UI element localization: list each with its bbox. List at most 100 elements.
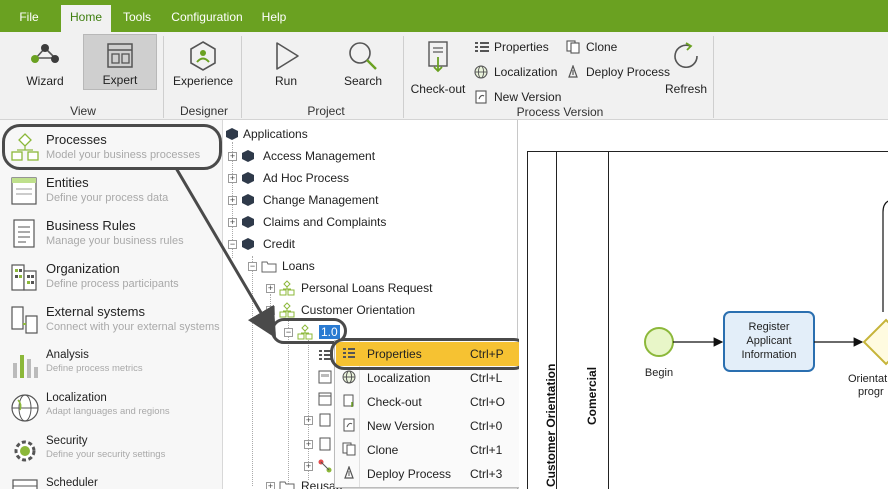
tree-collapse[interactable]: − xyxy=(266,306,275,315)
localization-ribbon-button[interactable]: Localization xyxy=(474,63,557,81)
expert-button[interactable]: Expert xyxy=(83,34,157,90)
tree-expand[interactable]: + xyxy=(228,174,237,183)
tree-expand[interactable]: + xyxy=(228,196,237,205)
globe-icon xyxy=(342,370,356,384)
exclusive-gateway[interactable] xyxy=(862,318,888,366)
tab-configuration[interactable]: Configuration xyxy=(164,5,250,32)
refresh-icon xyxy=(674,42,698,68)
clone-ribbon-label: Clone xyxy=(586,40,618,54)
tab-tools[interactable]: Tools xyxy=(116,5,158,32)
tree-expand[interactable]: + xyxy=(266,482,275,489)
tree-node-credit[interactable]: Credit xyxy=(241,235,295,253)
context-item-deploy-process[interactable]: Deploy Process Ctrl+3 xyxy=(336,462,522,486)
localization-globe-icon xyxy=(11,394,39,422)
nav-analysis[interactable]: Analysis Define process metrics xyxy=(0,347,223,381)
tree-expand[interactable]: + xyxy=(304,440,313,449)
gateway-label: Orientat progr xyxy=(848,373,887,399)
checkout-button[interactable]: Check-out xyxy=(408,34,468,96)
tree-collapse[interactable]: − xyxy=(228,240,237,249)
nav-business-rules[interactable]: Business Rules Manage your business rule… xyxy=(0,216,223,252)
tree-node-reusable[interactable]: Reusab xyxy=(279,477,342,489)
form-icon xyxy=(318,370,332,384)
expert-label: Expert xyxy=(102,73,138,87)
project-group-label: Project xyxy=(307,104,345,118)
tab-help[interactable]: Help xyxy=(255,5,293,32)
refresh-button[interactable]: Refresh xyxy=(662,34,710,96)
checkout-icon xyxy=(343,394,354,407)
tree-expand[interactable]: + xyxy=(228,152,237,161)
clone-ribbon-button[interactable]: Clone xyxy=(566,38,617,56)
tree-node-change-management[interactable]: Change Management xyxy=(241,191,378,209)
experience-button[interactable]: Experience xyxy=(172,34,234,90)
properties-ribbon-label: Properties xyxy=(494,40,549,54)
new-version-ribbon-button[interactable]: New Version xyxy=(474,88,561,106)
task-label-line2: Applicant xyxy=(746,335,792,347)
external-systems-icon xyxy=(11,306,38,334)
deploy-icon xyxy=(568,65,578,78)
ribbon: Wizard Expert View Experience Designer R… xyxy=(0,32,888,120)
context-item-checkout[interactable]: Check-out Ctrl+O xyxy=(336,390,522,414)
context-item-clone[interactable]: Clone Ctrl+1 xyxy=(336,438,522,462)
tab-file[interactable]: File xyxy=(10,5,48,32)
start-event[interactable] xyxy=(644,327,674,357)
process-version-group-label: Process Version xyxy=(516,105,604,119)
connector-icon xyxy=(318,459,332,473)
tree-node-claims-and-complaints[interactable]: Claims and Complaints xyxy=(241,213,386,231)
bizagi-studio-window: File Home Tools Configuration Help Wizar… xyxy=(0,0,888,489)
search-icon xyxy=(349,42,377,70)
deploy-ribbon-button[interactable]: Deploy Process xyxy=(566,63,670,81)
tree-guide xyxy=(252,256,253,486)
tree-expand[interactable]: + xyxy=(304,462,313,471)
document-icon xyxy=(319,437,331,451)
tree-node-ad-hoc-process[interactable]: Ad Hoc Process xyxy=(241,169,349,187)
nav-organization[interactable]: Organization Define process participants xyxy=(0,259,223,295)
expert-icon xyxy=(107,43,133,68)
context-label: Deploy Process xyxy=(367,467,452,481)
tree-collapse[interactable]: − xyxy=(248,262,257,271)
nav-security[interactable]: Security Define your security settings xyxy=(0,433,223,467)
gateway-label-line2: progr xyxy=(858,386,884,398)
tab-home[interactable]: Home xyxy=(61,5,111,32)
tree-expand[interactable]: + xyxy=(266,284,275,293)
tree-node-customer-orientation[interactable]: Customer Orientation xyxy=(279,301,415,319)
ribbon-separator xyxy=(163,36,164,118)
task-label-line1: Register xyxy=(748,321,790,333)
ribbon-separator xyxy=(713,36,714,118)
wizard-button[interactable]: Wizard xyxy=(14,34,76,90)
run-button[interactable]: Run xyxy=(260,34,312,90)
tree-label: Claims and Complaints xyxy=(263,215,387,229)
tree-expand[interactable]: + xyxy=(304,416,313,425)
experience-icon xyxy=(190,41,216,71)
tree-node-personal-loans-request[interactable]: Personal Loans Request xyxy=(279,279,432,297)
tree-label: Change Management xyxy=(263,193,379,207)
nav-scheduler[interactable]: Scheduler xyxy=(0,475,223,489)
nav-security-subtitle: Define your security settings xyxy=(46,449,166,460)
tree-node-applications[interactable]: Applications xyxy=(225,125,308,143)
nav-business-rules-subtitle: Manage your business rules xyxy=(46,235,184,247)
search-button[interactable]: Search xyxy=(336,34,390,90)
folder-icon xyxy=(261,261,277,273)
properties-ribbon-button[interactable]: Properties xyxy=(474,38,549,56)
nav-external-systems-title: External systems xyxy=(46,304,145,319)
process-canvas: Customer Orientation Comercial Begin Reg… xyxy=(519,120,888,489)
window-icon xyxy=(318,392,332,406)
context-shortcut: Ctrl+O xyxy=(470,395,506,409)
tree-label: Access Management xyxy=(263,149,376,163)
tree-expand[interactable]: + xyxy=(228,218,237,227)
context-item-new-version[interactable]: New Version Ctrl+0 xyxy=(336,414,522,438)
nav-localization[interactable]: Localization Adapt languages and regions xyxy=(0,390,223,424)
scheduler-icon xyxy=(12,479,38,489)
globe-icon xyxy=(474,65,488,79)
sequence-flow xyxy=(882,200,888,312)
nav-entities[interactable]: Entities Define your process data xyxy=(0,173,223,209)
tree-guide xyxy=(308,340,309,480)
tree-node-access-management[interactable]: Access Management xyxy=(241,147,375,165)
folder-icon xyxy=(279,481,295,489)
clone-icon xyxy=(342,442,356,456)
localization-ribbon-label: Localization xyxy=(494,65,558,79)
tree-node-loans[interactable]: Loans xyxy=(261,257,315,275)
nav-external-systems[interactable]: External systems Connect with your exter… xyxy=(0,302,223,338)
entities-icon xyxy=(11,177,37,205)
deploy-icon xyxy=(344,466,354,479)
nav-external-systems-subtitle: Connect with your external systems xyxy=(46,321,220,333)
